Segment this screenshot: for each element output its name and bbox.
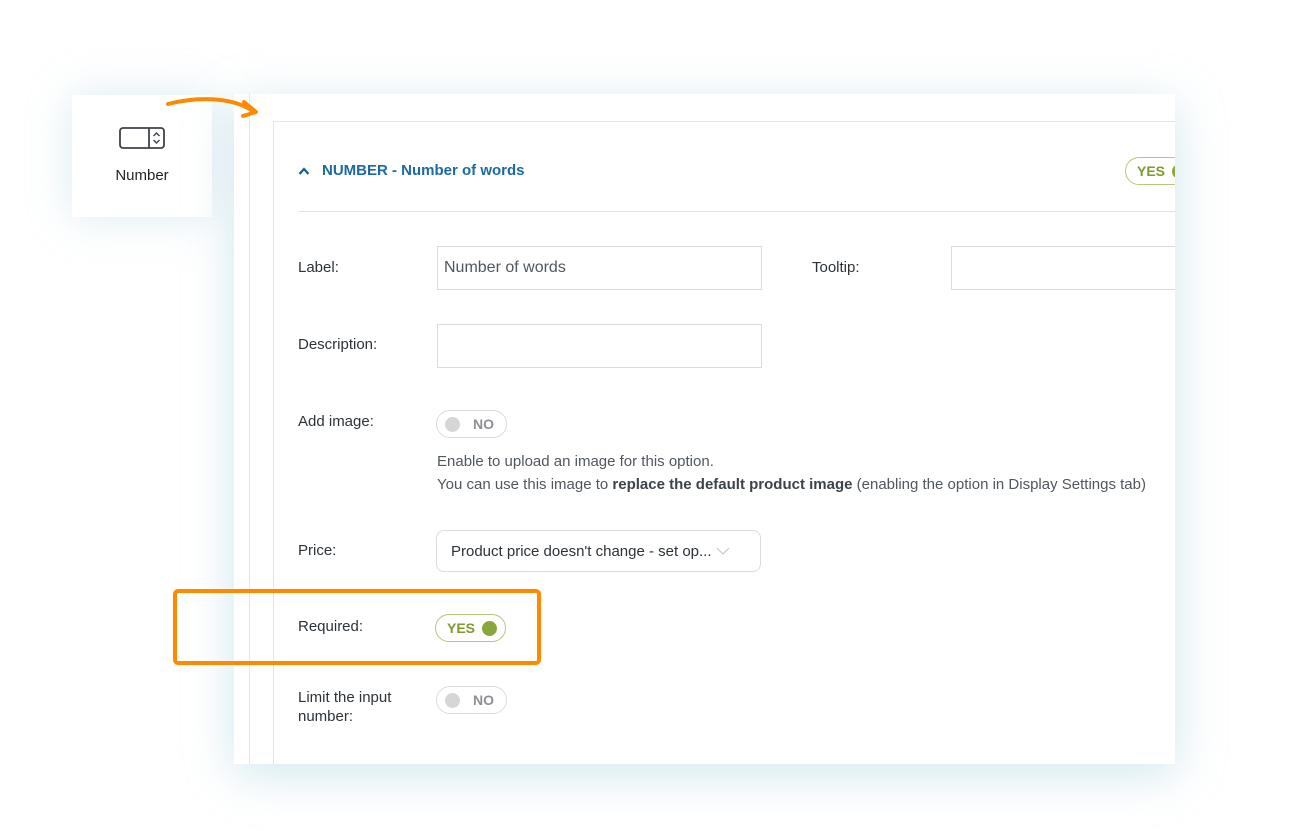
price-select[interactable]: Product price doesn't change - set op... bbox=[436, 530, 761, 572]
field-card: NUMBER - Number of words YES Label: Tool… bbox=[273, 121, 1175, 764]
switch-knob bbox=[445, 692, 460, 708]
switch-label: NO bbox=[473, 692, 494, 708]
limit-field-label: Limit the input number: bbox=[298, 689, 392, 725]
chevron-down-icon bbox=[716, 547, 729, 555]
price-selected-value: Product price doesn't change - set op... bbox=[451, 542, 712, 560]
switch-label: YES bbox=[1137, 163, 1166, 179]
switch-label: NO bbox=[473, 416, 494, 432]
tooltip-field-label: Tooltip: bbox=[812, 259, 860, 276]
description-field-label: Description: bbox=[298, 336, 378, 353]
field-title: NUMBER - Number of words bbox=[322, 162, 525, 179]
palette-item-label: Number bbox=[115, 167, 169, 184]
add-image-switch[interactable]: NO bbox=[436, 410, 507, 438]
add-image-help: Enable to upload an image for this optio… bbox=[437, 450, 1175, 496]
help-line-1: Enable to upload an image for this optio… bbox=[437, 453, 714, 470]
label-input[interactable] bbox=[437, 246, 762, 290]
description-input[interactable] bbox=[437, 324, 762, 368]
help-text-prefix: You can use this image to bbox=[437, 476, 613, 493]
chevron-up-icon bbox=[298, 166, 310, 175]
help-text-bold: replace the default product image bbox=[612, 476, 853, 493]
field-card-header: NUMBER - Number of words YES bbox=[298, 152, 1175, 212]
limit-input-switch[interactable]: NO bbox=[436, 686, 507, 714]
collapse-toggle[interactable]: NUMBER - Number of words bbox=[298, 162, 525, 179]
stage: Number NUMBER - Number of words YES Labe… bbox=[0, 0, 1300, 831]
field-enabled-switch[interactable]: YES bbox=[1125, 157, 1175, 185]
add-image-field-label: Add image: bbox=[298, 413, 374, 430]
label-field-label: Label: bbox=[298, 259, 339, 276]
help-line-2: You can use this image to replace the de… bbox=[437, 473, 1175, 496]
required-highlight-box bbox=[173, 589, 541, 665]
number-input-icon bbox=[119, 127, 165, 149]
tooltip-input[interactable] bbox=[951, 246, 1175, 290]
switch-knob bbox=[445, 416, 460, 432]
help-text-suffix: (enabling the option in Display Settings… bbox=[852, 476, 1146, 493]
switch-knob bbox=[1172, 163, 1175, 179]
price-field-label: Price: bbox=[298, 542, 337, 559]
arrow-annotation-icon bbox=[166, 97, 258, 118]
